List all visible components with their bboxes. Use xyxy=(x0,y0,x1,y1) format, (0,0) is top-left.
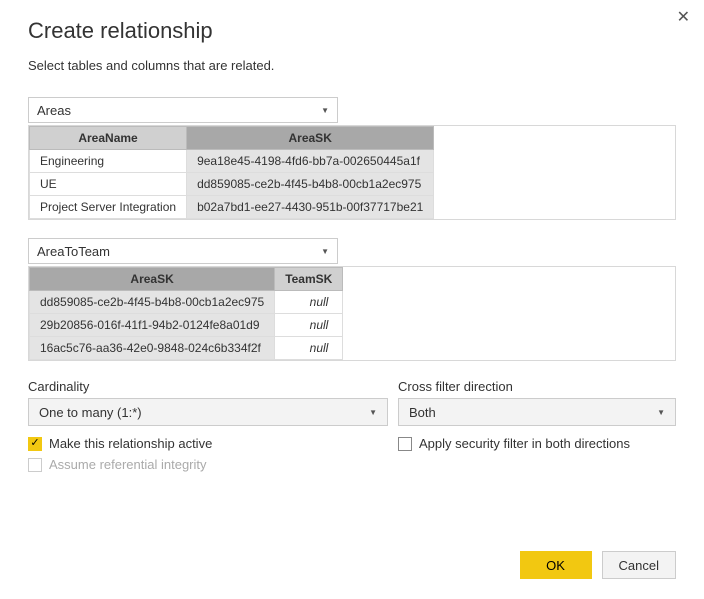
options-row: Cardinality One to many (1:*) ▼ ✓ Make t… xyxy=(28,379,676,478)
table2-col-0[interactable]: AreaSK xyxy=(30,268,275,291)
table2-select-value: AreaToTeam xyxy=(37,244,110,259)
active-checkbox-row[interactable]: ✓ Make this relationship active xyxy=(28,436,388,451)
table-row[interactable]: Project Server Integration b02a7bd1-ee27… xyxy=(30,196,434,219)
checkbox-unchecked-icon xyxy=(28,458,42,472)
table2-col-1[interactable]: TeamSK xyxy=(275,268,343,291)
table2-preview: AreaSK TeamSK dd859085-ce2b-4f45-b4b8-00… xyxy=(28,266,676,361)
chevron-down-icon: ▼ xyxy=(321,247,329,256)
table-row[interactable]: Engineering 9ea18e45-4198-4fd6-bb7a-0026… xyxy=(30,150,434,173)
assume-checkbox-row: Assume referential integrity xyxy=(28,457,388,472)
table-row[interactable]: dd859085-ce2b-4f45-b4b8-00cb1a2ec975 nul… xyxy=(30,291,343,314)
table1-select-value: Areas xyxy=(37,103,71,118)
chevron-down-icon: ▼ xyxy=(321,106,329,115)
checkbox-checked-icon: ✓ xyxy=(28,437,42,451)
table-row[interactable]: 16ac5c76-aa36-42e0-9848-024c6b334f2f nul… xyxy=(30,337,343,360)
table1-select[interactable]: Areas ▼ xyxy=(28,97,338,123)
cardinality-select[interactable]: One to many (1:*) ▼ xyxy=(28,398,388,426)
table2-select[interactable]: AreaToTeam ▼ xyxy=(28,238,338,264)
security-checkbox-label: Apply security filter in both directions xyxy=(419,436,630,451)
dialog-title: Create relationship xyxy=(28,18,676,44)
crossfilter-label: Cross filter direction xyxy=(398,379,676,394)
close-button[interactable]: ✕ xyxy=(677,10,690,26)
cardinality-label: Cardinality xyxy=(28,379,388,394)
chevron-down-icon: ▼ xyxy=(369,408,377,417)
close-icon: ✕ xyxy=(677,9,690,26)
ok-button[interactable]: OK xyxy=(520,551,592,579)
dialog-footer: OK Cancel xyxy=(520,551,676,579)
table1-grid[interactable]: AreaName AreaSK Engineering 9ea18e45-419… xyxy=(29,126,434,219)
table1-col-1[interactable]: AreaSK xyxy=(187,127,434,150)
table-row[interactable]: UE dd859085-ce2b-4f45-b4b8-00cb1a2ec975 xyxy=(30,173,434,196)
crossfilter-select[interactable]: Both ▼ xyxy=(398,398,676,426)
security-checkbox-row[interactable]: Apply security filter in both directions xyxy=(398,436,676,451)
checkbox-unchecked-icon xyxy=(398,437,412,451)
crossfilter-value: Both xyxy=(409,405,436,420)
cardinality-value: One to many (1:*) xyxy=(39,405,142,420)
table1-preview: AreaName AreaSK Engineering 9ea18e45-419… xyxy=(28,125,676,220)
cancel-button[interactable]: Cancel xyxy=(602,551,676,579)
dialog-subtitle: Select tables and columns that are relat… xyxy=(28,58,676,73)
table1-col-0[interactable]: AreaName xyxy=(30,127,187,150)
table2-grid[interactable]: AreaSK TeamSK dd859085-ce2b-4f45-b4b8-00… xyxy=(29,267,343,360)
create-relationship-dialog: ✕ Create relationship Select tables and … xyxy=(0,0,704,599)
active-checkbox-label: Make this relationship active xyxy=(49,436,212,451)
assume-checkbox-label: Assume referential integrity xyxy=(49,457,207,472)
chevron-down-icon: ▼ xyxy=(657,408,665,417)
table-row[interactable]: 29b20856-016f-41f1-94b2-0124fe8a01d9 nul… xyxy=(30,314,343,337)
